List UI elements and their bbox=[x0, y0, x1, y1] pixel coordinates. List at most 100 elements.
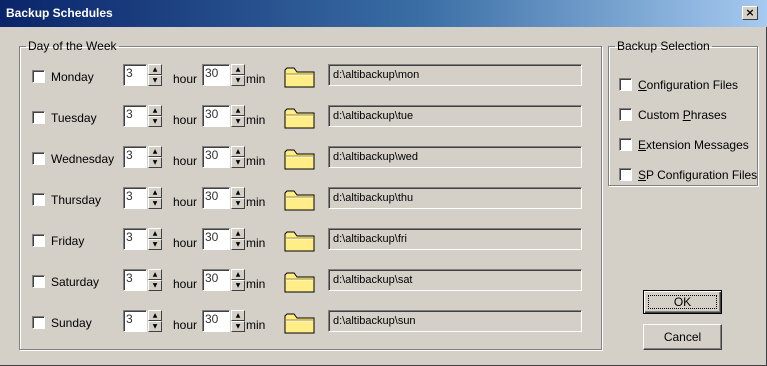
backup-selection-item[interactable]: SP Configuration Files bbox=[609, 166, 759, 184]
up-arrow-icon[interactable]: ▲ bbox=[148, 228, 162, 239]
down-arrow-icon[interactable]: ▼ bbox=[231, 239, 245, 250]
backup-schedules-dialog: Backup Schedules × Day of the Week Monda… bbox=[0, 0, 767, 366]
up-arrow-icon[interactable]: ▲ bbox=[231, 187, 245, 198]
hour-field[interactable]: 3 bbox=[123, 105, 147, 127]
day-checkbox[interactable] bbox=[32, 152, 45, 165]
hour-field[interactable]: 3 bbox=[123, 64, 147, 86]
selection-label: Custom Phrases bbox=[638, 108, 727, 122]
backup-path-field[interactable]: d:\altibackup\sun bbox=[328, 310, 582, 332]
day-checkbox[interactable] bbox=[32, 193, 45, 206]
mnemonic-char: S bbox=[638, 168, 647, 182]
down-arrow-icon[interactable]: ▼ bbox=[148, 321, 162, 332]
backup-selection-item[interactable]: Custom Phrases bbox=[609, 106, 759, 124]
hour-field[interactable]: 3 bbox=[123, 228, 147, 250]
down-arrow-icon[interactable]: ▼ bbox=[148, 75, 162, 86]
day-checkbox[interactable] bbox=[32, 70, 45, 83]
up-arrow-icon[interactable]: ▲ bbox=[231, 310, 245, 321]
down-arrow-icon[interactable]: ▼ bbox=[148, 198, 162, 209]
down-arrow-icon[interactable]: ▼ bbox=[231, 321, 245, 332]
up-arrow-icon[interactable]: ▲ bbox=[231, 269, 245, 280]
backup-selection-item[interactable]: Configuration Files bbox=[609, 76, 759, 94]
hour-unit-label: hour bbox=[173, 236, 198, 250]
up-arrow-icon[interactable]: ▲ bbox=[148, 105, 162, 116]
up-arrow-icon[interactable]: ▲ bbox=[231, 105, 245, 116]
day-row-monday: Monday 3 ▲ ▼ hour 30 ▲ ▼ min d:\altiback… bbox=[20, 63, 603, 91]
day-checkbox[interactable] bbox=[32, 111, 45, 124]
folder-icon[interactable] bbox=[283, 145, 317, 171]
folder-icon[interactable] bbox=[283, 186, 317, 212]
minute-field[interactable]: 30 bbox=[202, 105, 230, 127]
backup-path-field[interactable]: d:\altibackup\sat bbox=[328, 269, 582, 291]
up-arrow-icon[interactable]: ▲ bbox=[148, 146, 162, 157]
hour-unit-label: hour bbox=[173, 154, 198, 168]
day-label: Thursday bbox=[51, 193, 102, 207]
folder-icon[interactable] bbox=[283, 268, 317, 294]
day-label: Monday bbox=[51, 70, 94, 84]
backup-path-field[interactable]: d:\altibackup\thu bbox=[328, 187, 582, 209]
selection-checkbox[interactable] bbox=[619, 168, 632, 181]
close-button[interactable]: × bbox=[742, 6, 758, 20]
ok-button[interactable]: OK bbox=[643, 290, 722, 314]
folder-icon[interactable] bbox=[283, 309, 317, 335]
minute-unit-label: min bbox=[246, 154, 266, 168]
hour-field[interactable]: 3 bbox=[123, 310, 147, 332]
folder-icon[interactable] bbox=[283, 104, 317, 130]
backup-path-field[interactable]: d:\altibackup\tue bbox=[328, 105, 582, 127]
down-arrow-icon[interactable]: ▼ bbox=[231, 157, 245, 168]
hour-field[interactable]: 3 bbox=[123, 269, 147, 291]
cancel-button[interactable]: Cancel bbox=[643, 324, 722, 350]
minute-field[interactable]: 30 bbox=[202, 187, 230, 209]
folder-icon[interactable] bbox=[283, 227, 317, 253]
down-arrow-icon[interactable]: ▼ bbox=[231, 198, 245, 209]
up-arrow-icon[interactable]: ▲ bbox=[231, 146, 245, 157]
day-label: Wednesday bbox=[51, 152, 115, 166]
up-arrow-icon[interactable]: ▲ bbox=[148, 64, 162, 75]
backup-path-field[interactable]: d:\altibackup\mon bbox=[328, 64, 582, 86]
down-arrow-icon[interactable]: ▼ bbox=[231, 280, 245, 291]
down-arrow-icon[interactable]: ▼ bbox=[148, 280, 162, 291]
hour-field[interactable]: 3 bbox=[123, 146, 147, 168]
minute-field[interactable]: 30 bbox=[202, 146, 230, 168]
title-bar: Backup Schedules × bbox=[0, 0, 767, 27]
down-arrow-icon[interactable]: ▼ bbox=[148, 116, 162, 127]
up-arrow-icon[interactable]: ▲ bbox=[231, 228, 245, 239]
day-label: Sunday bbox=[51, 316, 92, 330]
down-arrow-icon[interactable]: ▼ bbox=[148, 157, 162, 168]
day-row-sunday: Sunday 3 ▲ ▼ hour 30 ▲ ▼ min d:\altiback… bbox=[20, 309, 603, 337]
up-arrow-icon[interactable]: ▲ bbox=[148, 310, 162, 321]
hour-field[interactable]: 3 bbox=[123, 187, 147, 209]
minute-field[interactable]: 30 bbox=[202, 310, 230, 332]
backup-path-field[interactable]: d:\altibackup\fri bbox=[328, 228, 582, 250]
selection-checkbox[interactable] bbox=[619, 78, 632, 91]
minute-field[interactable]: 30 bbox=[202, 228, 230, 250]
minute-unit-label: min bbox=[246, 195, 266, 209]
folder-icon[interactable] bbox=[283, 63, 317, 89]
down-arrow-icon[interactable]: ▼ bbox=[231, 116, 245, 127]
down-arrow-icon[interactable]: ▼ bbox=[148, 239, 162, 250]
up-arrow-icon[interactable]: ▲ bbox=[148, 269, 162, 280]
selection-checkbox[interactable] bbox=[619, 108, 632, 121]
hour-unit-label: hour bbox=[173, 72, 198, 86]
backup-path-field[interactable]: d:\altibackup\wed bbox=[328, 146, 582, 168]
focus-rect bbox=[648, 295, 717, 309]
day-checkbox[interactable] bbox=[32, 316, 45, 329]
day-row-friday: Friday 3 ▲ ▼ hour 30 ▲ ▼ min d:\altiback… bbox=[20, 227, 603, 255]
cancel-button-label: Cancel bbox=[663, 330, 702, 344]
minute-field[interactable]: 30 bbox=[202, 64, 230, 86]
selection-checkbox[interactable] bbox=[619, 138, 632, 151]
minute-unit-label: min bbox=[246, 236, 266, 250]
day-row-thursday: Thursday 3 ▲ ▼ hour 30 ▲ ▼ min d:\altiba… bbox=[20, 186, 603, 214]
day-row-tuesday: Tuesday 3 ▲ ▼ hour 30 ▲ ▼ min d:\altibac… bbox=[20, 104, 603, 132]
day-checkbox[interactable] bbox=[32, 234, 45, 247]
hour-unit-label: hour bbox=[173, 113, 198, 127]
minute-field[interactable]: 30 bbox=[202, 269, 230, 291]
up-arrow-icon[interactable]: ▲ bbox=[231, 64, 245, 75]
window-title: Backup Schedules bbox=[6, 6, 113, 20]
up-arrow-icon[interactable]: ▲ bbox=[148, 187, 162, 198]
day-checkbox[interactable] bbox=[32, 275, 45, 288]
minute-unit-label: min bbox=[246, 72, 266, 86]
mnemonic-char: P bbox=[682, 108, 691, 122]
down-arrow-icon[interactable]: ▼ bbox=[231, 75, 245, 86]
backup-selection-item[interactable]: Extension Messages bbox=[609, 136, 759, 154]
day-label: Friday bbox=[51, 234, 85, 248]
